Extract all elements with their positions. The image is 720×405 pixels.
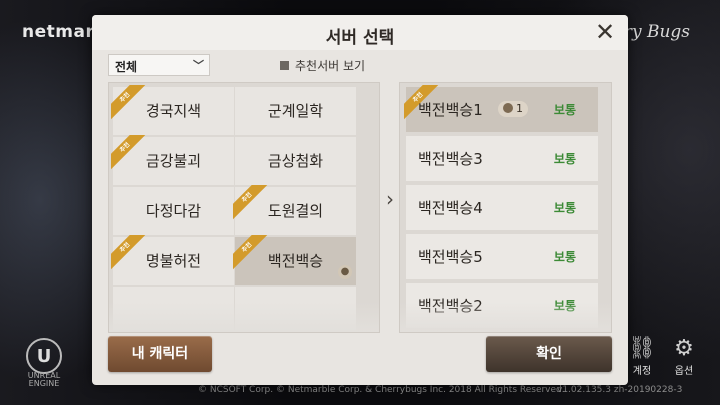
person-icon [503,103,513,113]
server-filter-dropdown[interactable]: 전체 ﹀ [108,54,210,76]
server-status: 보통 [553,250,576,264]
server-group-cell[interactable]: 추천 금강불괴 [111,135,234,185]
options-label: 옵션 [674,366,694,377]
my-character-button[interactable]: 내 캐릭터 [108,336,212,372]
server-group-name: 경국지색 [145,102,202,120]
link-icon: ⛓ [628,336,656,361]
server-row[interactable]: 백전백승4 보통 [406,185,598,230]
close-icon: ✕ [594,18,616,46]
server-group-name: 다정다감 [145,202,202,220]
copyright-text: © NCSOFT Corp. © Netmarble Corp. & Cherr… [198,385,565,395]
confirm-button[interactable]: 확인 [486,336,612,372]
unreal-engine-icon: U [26,338,62,374]
dialog-title: 서버 선택 [325,28,395,48]
server-name: 백전백승4 [418,199,483,217]
server-status: 보통 [553,152,576,166]
server-group-cell[interactable]: 추천 도원결의 [233,185,356,235]
version-text: v1.02.135.3 zh-20190228-3 [557,385,683,395]
server-group-name: 금강불괴 [145,152,202,170]
character-count-badge: 1 [498,101,528,117]
server-status: 보통 [553,299,576,313]
recommended-toggle-label: 추천서버 보기 [295,59,366,73]
server-group-name: 도원결의 [267,202,324,220]
server-group-cell-partial[interactable] [113,287,234,332]
character-exists-icon: ● [338,265,352,279]
server-row[interactable]: 백전백승2 보통 [406,283,598,328]
server-group-cell[interactable]: 금상첨화 [235,137,356,185]
server-group-name: 금상첨화 [267,152,324,170]
server-name: 백전백승5 [418,248,483,266]
server-group-name: 명불허전 [145,252,202,270]
server-group-cell-selected[interactable]: 추천 백전백승 ● [233,235,356,285]
character-count: 1 [516,102,523,115]
checkbox-icon [280,61,289,70]
server-status: 보통 [553,201,576,215]
server-row[interactable]: 백전백승3 보통 [406,136,598,181]
server-select-dialog: 서버 선택 ✕ 전체 ﹀ 추천서버 보기 추천 경국지색 군계일학 추천 금강불… [92,15,628,385]
chevron-down-icon: ﹀ [193,59,204,72]
server-group-name: 군계일학 [267,102,324,120]
server-name: 백전백승1 [418,101,483,119]
server-row[interactable]: 백전백승5 보통 [406,234,598,279]
server-name: 백전백승3 [418,150,483,168]
filter-selected-value: 전체 [115,60,138,74]
gear-icon: ⚙ [674,336,694,361]
options-button[interactable]: ⚙ 옵션 [664,336,704,377]
server-row-selected[interactable]: 추천 백전백승1 1 보통 [404,85,598,132]
server-group-cell[interactable]: 군계일학 [235,87,356,135]
account-button[interactable]: ⛓ 계정 [622,336,662,377]
recommended-servers-toggle[interactable]: 추천서버 보기 [280,57,365,74]
server-group-cell-partial[interactable] [235,287,356,332]
account-label: 계정 [632,366,652,377]
server-list[interactable]: 추천 백전백승1 1 보통 백전백승3 보통 백전백승4 보통 백전백승5 보통… [399,82,612,333]
server-status: 보통 [553,103,576,117]
unreal-engine-label: UNREAL ENGINE [27,371,61,388]
server-group-cell[interactable]: 다정다감 [113,187,234,235]
server-group-cell[interactable]: 추천 경국지색 [111,85,234,135]
chevron-right-icon: › [386,187,394,211]
server-name: 백전백승2 [418,297,483,315]
close-button[interactable]: ✕ [592,19,618,45]
server-group-cell[interactable]: 추천 명불허전 [111,235,234,285]
server-group-grid[interactable]: 추천 경국지색 군계일학 추천 금강불괴 금상첨화 다정다감 추천 도원결의 추… [108,82,380,333]
